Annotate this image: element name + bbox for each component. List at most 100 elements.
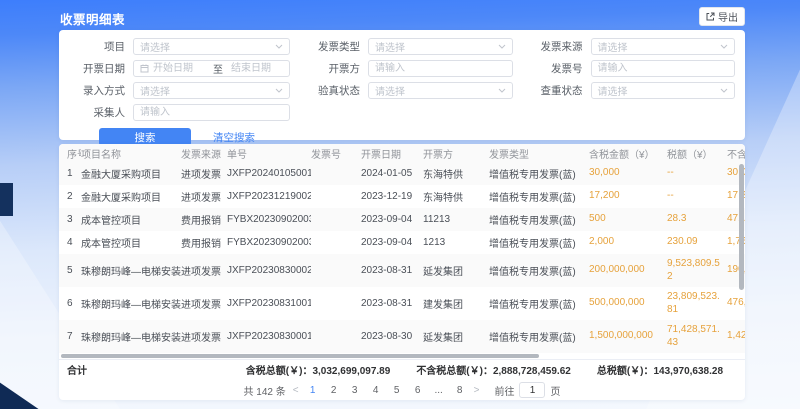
filter-label: 录入方式 [69, 83, 125, 98]
invoice-type-select[interactable]: 请选择 [368, 38, 513, 55]
column-header: 发票来源 [181, 144, 227, 162]
table-cell: 2,000 [589, 231, 667, 254]
table-cell: 7 [59, 320, 81, 353]
table-cell [311, 162, 361, 185]
filter-invoice-date: 开票日期 至 [69, 60, 290, 77]
goto-page: 前往 页 [494, 382, 560, 398]
filter-panel: 项目 请选择 发票类型 请选择 发票来源 请选择 [59, 30, 745, 140]
table-cell: JXFP20240105001 [227, 162, 311, 185]
chevron-down-icon [720, 44, 728, 49]
table-cell: 建发集团 [423, 287, 489, 320]
filter-invoice-type: 发票类型 请选择 [304, 38, 513, 55]
table-row: 3成本管控项目费用报销FYBX202309020032023-09-041121… [59, 208, 745, 231]
table-cell: 东海特供 [423, 162, 489, 185]
select-placeholder: 请选择 [375, 83, 405, 98]
table-cell: JXFP20230831001 [227, 287, 311, 320]
column-header: 项目名称 [81, 144, 181, 162]
table-cell: 1 [59, 162, 81, 185]
date-range-picker[interactable]: 至 [133, 60, 290, 77]
table-cell: 进项发票 [181, 162, 227, 185]
end-date-input[interactable] [231, 62, 283, 75]
page-number[interactable]: 2 [327, 385, 341, 396]
issuer-input[interactable] [375, 62, 506, 75]
filter-label: 开票方 [304, 61, 360, 76]
next-page-button[interactable]: > [474, 385, 480, 396]
page-number[interactable]: 1 [306, 385, 320, 396]
filter-verify-status: 验真状态 请选择 [304, 82, 513, 99]
invoice-source-select[interactable]: 请选择 [591, 38, 736, 55]
project-select[interactable]: 请选择 [133, 38, 290, 55]
start-date-input[interactable] [153, 62, 205, 75]
table-cell [311, 231, 361, 254]
chevron-down-icon [275, 88, 283, 93]
table-cell: 500,000,000 [589, 287, 667, 320]
table-cell: 增值税专用发票(蓝) [489, 185, 589, 208]
export-label: 导出 [718, 9, 738, 24]
goto-label: 前往 [494, 383, 514, 398]
page-number[interactable]: 3 [348, 385, 362, 396]
filter-invoice-source: 发票来源 请选择 [527, 38, 736, 55]
table-cell: 增值税专用发票(蓝) [489, 162, 589, 185]
table-cell: 71,428,571.43 [667, 320, 727, 353]
column-header: 发票号 [311, 144, 361, 162]
table-cell: 4 [59, 231, 81, 254]
table-cell: 费用报销 [181, 231, 227, 254]
table-cell: 2 [59, 185, 81, 208]
page-number[interactable]: 6 [411, 385, 425, 396]
table-cell: 28.3 [667, 208, 727, 231]
table-cell: 珠穆朗玛峰—电梯安装 [81, 320, 181, 353]
vertical-scrollbar[interactable] [739, 164, 744, 290]
summary-label: 合计 [67, 362, 87, 377]
page-number[interactable]: 8 [453, 385, 467, 396]
table-cell: 5 [59, 254, 81, 287]
table-row: 4成本管控项目费用报销FYBX202309020032023-09-041213… [59, 231, 745, 254]
goto-page-input[interactable] [519, 382, 545, 398]
table-cell: 2023-09-04 [361, 231, 423, 254]
table-cell: 3 [59, 208, 81, 231]
filter-label: 发票号 [527, 61, 583, 76]
entry-method-select[interactable]: 请选择 [133, 82, 290, 99]
horizontal-scrollbar-track [59, 354, 745, 359]
select-placeholder: 请选择 [375, 39, 405, 54]
table-cell: 延发集团 [423, 254, 489, 287]
verify-status-select[interactable]: 请选择 [368, 82, 513, 99]
table-header-row: 序号项目名称发票来源单号发票号开票日期开票方发票类型含税金额（¥）税额（¥）不含… [59, 144, 745, 162]
table-cell [311, 208, 361, 231]
goto-unit: 页 [550, 383, 560, 398]
column-header: 不含税金额（¥） [727, 144, 745, 162]
chevron-down-icon [720, 88, 728, 93]
summary-totals: 含税总额(￥)：3,032,699,097.89不含税总额(￥)：2,888,7… [246, 362, 723, 377]
table-cell: 9,523,809.52 [667, 254, 727, 287]
table-row: 5珠穆朗玛峰—电梯安装进项发票JXFP202308300022023-08-31… [59, 254, 745, 287]
table-row: 7珠穆朗玛峰—电梯安装进项发票JXFP202308300012023-08-30… [59, 320, 745, 353]
invoice-table: 序号项目名称发票来源单号发票号开票日期开票方发票类型含税金额（¥）税额（¥）不含… [59, 144, 745, 354]
export-button[interactable]: 导出 [699, 7, 745, 26]
clear-search-link[interactable]: 清空搜索 [213, 130, 255, 145]
table-cell: 进项发票 [181, 287, 227, 320]
column-header: 单号 [227, 144, 311, 162]
prev-page-button[interactable]: < [293, 385, 299, 396]
table-cell: 1213 [423, 231, 489, 254]
table-cell: 230.09 [667, 231, 727, 254]
filter-dup-status: 查重状态 请选择 [527, 82, 736, 99]
table-cell: 200,000,000 [589, 254, 667, 287]
table-cell [311, 254, 361, 287]
page-number[interactable]: 5 [390, 385, 404, 396]
summary-total: 总税额(￥)：143,970,638.28 [597, 362, 723, 377]
summary-total: 不含税总额(￥)：2,888,728,459.62 [416, 362, 571, 377]
table-cell: 金融大厦采购项目 [81, 185, 181, 208]
invoice-no-input[interactable] [598, 62, 729, 75]
dup-status-select[interactable]: 请选择 [591, 82, 736, 99]
filter-invoice-no: 发票号 [527, 60, 736, 77]
horizontal-scrollbar[interactable] [61, 354, 539, 358]
table-cell: 珠穆朗玛峰—电梯安装 [81, 254, 181, 287]
table-cell: 进项发票 [181, 320, 227, 353]
page-number[interactable]: 4 [369, 385, 383, 396]
table-row: 1金融大厦采购项目进项发票JXFP202401050012024-01-05东海… [59, 162, 745, 185]
select-placeholder: 请选择 [140, 39, 170, 54]
chevron-down-icon [498, 44, 506, 49]
export-icon [706, 12, 715, 21]
collector-input[interactable] [140, 106, 283, 119]
filter-entry-method: 录入方式 请选择 [69, 82, 290, 99]
filter-label: 开票日期 [69, 61, 125, 76]
